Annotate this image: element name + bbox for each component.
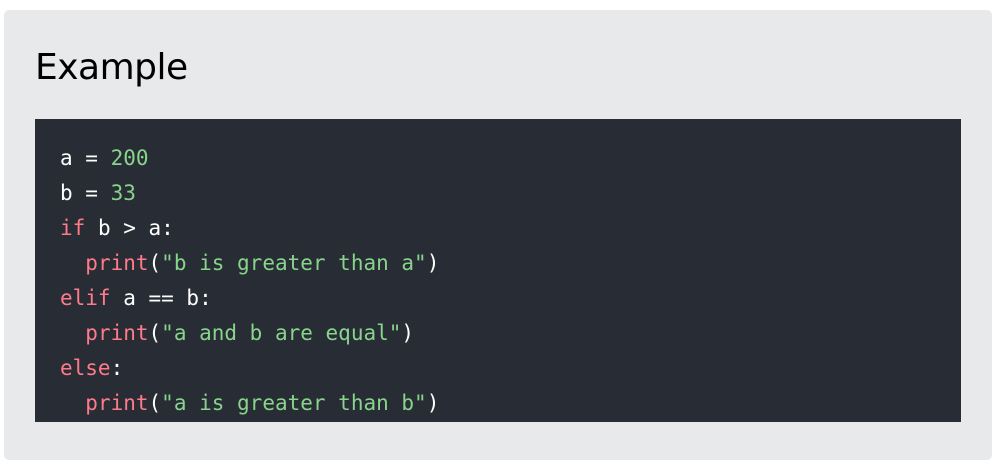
- code-line: print("a is greater than b"): [60, 386, 961, 421]
- code-line: else:: [60, 351, 961, 386]
- code-token: (: [148, 251, 162, 275]
- code-token: b > a:: [85, 216, 174, 240]
- code-token: ): [426, 251, 440, 275]
- code-token: (: [148, 391, 162, 415]
- code-block: a = 200 b = 33 if b > a: print("b is great…: [35, 119, 961, 422]
- code-token: b =: [60, 181, 111, 205]
- code-token: if: [60, 216, 86, 240]
- code-token: print: [85, 321, 149, 345]
- example-heading: Example: [35, 47, 188, 88]
- code-token: (: [148, 321, 162, 345]
- code-token: "b is greater than a": [161, 251, 427, 275]
- example-card: Example a = 200 b = 33 if b > a: print("b …: [4, 10, 992, 460]
- code-line: print("a and b are equal"): [60, 316, 961, 351]
- code-token: a == b:: [110, 286, 212, 310]
- code-token: else: [60, 356, 111, 380]
- code-token: 200: [110, 146, 149, 170]
- code-line: elif a == b:: [60, 281, 961, 316]
- code-line: print("b is greater than a"): [60, 246, 961, 281]
- code-line: if b > a:: [60, 211, 961, 246]
- code-line: a = 200: [60, 141, 961, 176]
- code-token: print: [85, 391, 149, 415]
- code-token: ): [401, 321, 415, 345]
- code-token: a =: [60, 146, 111, 170]
- code-token: ): [426, 391, 440, 415]
- code-token: "a and b are equal": [161, 321, 402, 345]
- code-token: print: [85, 251, 149, 275]
- code-token: 33: [110, 181, 136, 205]
- code-line: b = 33: [60, 176, 961, 211]
- code-token: "a is greater than b": [161, 391, 427, 415]
- code-token: :: [110, 356, 124, 380]
- code-token: elif: [60, 286, 111, 310]
